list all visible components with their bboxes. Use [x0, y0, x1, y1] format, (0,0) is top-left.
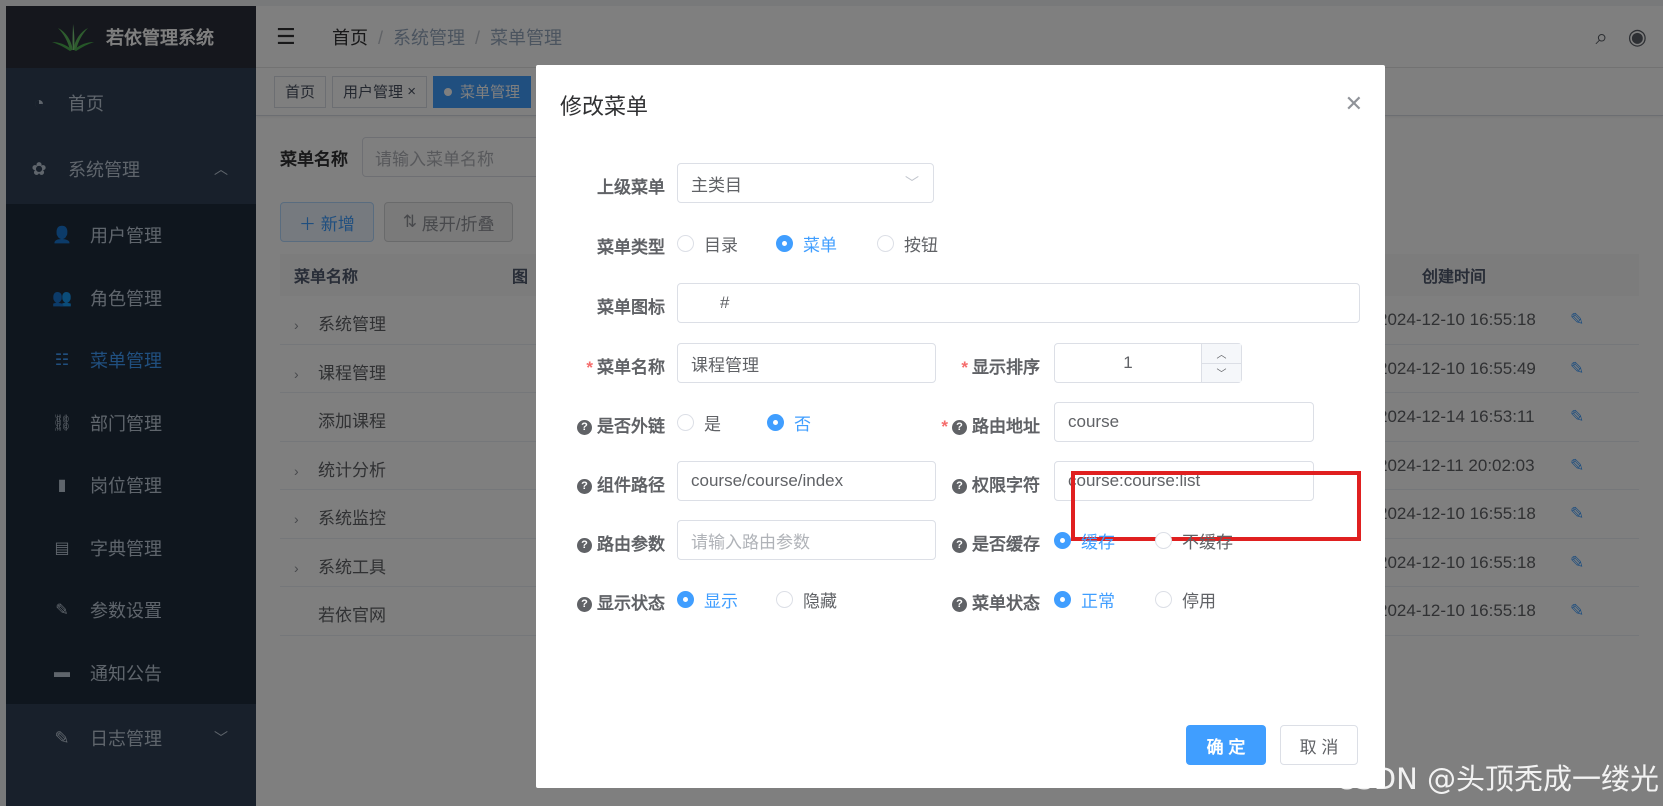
menu-icon-input[interactable]: #: [677, 283, 1360, 323]
close-icon[interactable]: ✕: [1345, 91, 1363, 117]
permission-label: ? 权限字符: [952, 471, 1040, 496]
route-path-value: course: [1068, 412, 1120, 431]
visible-radio-group: 显示 隐藏: [677, 579, 875, 619]
is-external-radio-group: 是 否: [677, 402, 849, 442]
menu-icon-label: 菜单图标: [597, 298, 665, 317]
increase-icon[interactable]: ︿: [1202, 344, 1241, 364]
radio-button[interactable]: 按钮: [877, 231, 938, 256]
menu-name-value: 课程管理: [691, 355, 759, 375]
is-cache-label: ? 是否缓存: [952, 530, 1040, 555]
decrease-icon[interactable]: ﹀: [1202, 364, 1241, 383]
parent-menu-value: 主类目: [691, 175, 742, 195]
route-path-input[interactable]: course: [1054, 402, 1314, 442]
question-icon: ?: [952, 597, 967, 612]
route-query-label: ? 路由参数: [577, 530, 665, 555]
radio-cache[interactable]: 缓存: [1054, 528, 1115, 553]
route-query-placeholder: 请输入路由参数: [691, 532, 810, 552]
menu-status-radio-group: 正常 停用: [1054, 579, 1254, 619]
radio-no-cache[interactable]: 不缓存: [1155, 528, 1233, 553]
display-order-value: 1: [1123, 353, 1133, 372]
component-path-value: course/course/index: [691, 471, 844, 490]
radio-disabled[interactable]: 停用: [1155, 587, 1216, 612]
question-icon: ?: [577, 479, 592, 494]
question-icon: ?: [577, 597, 592, 612]
radio-directory[interactable]: 目录: [677, 231, 738, 256]
menu-status-label: ? 菜单状态: [952, 589, 1040, 614]
chevron-down-icon: ﹀: [905, 175, 919, 191]
watermark-text: CSDN @头顶秃成一缕光: [1335, 762, 1659, 796]
route-path-label: *? 路由地址: [941, 417, 1040, 436]
display-order-label: * 显示排序: [961, 358, 1040, 377]
question-icon: ?: [577, 538, 592, 553]
is-external-label: ? 是否外链: [577, 412, 665, 437]
radio-external-no[interactable]: 否: [767, 410, 811, 435]
radio-hide[interactable]: 隐藏: [776, 587, 837, 612]
is-cache-radio-group: 缓存 不缓存: [1054, 520, 1271, 560]
question-icon: ?: [952, 479, 967, 494]
visible-label: ? 显示状态: [577, 589, 665, 614]
menu-type-radio-group: 目录 菜单 按钮: [677, 223, 976, 263]
menu-name-input[interactable]: 课程管理: [677, 343, 936, 383]
parent-menu-label: 上级菜单: [597, 178, 665, 197]
question-icon: ?: [952, 538, 967, 553]
parent-menu-select[interactable]: 主类目 ﹀: [677, 163, 934, 203]
route-query-input[interactable]: 请输入路由参数: [677, 520, 936, 560]
component-path-input[interactable]: course/course/index: [677, 461, 936, 501]
menu-icon-value: #: [720, 293, 730, 312]
confirm-button[interactable]: 确 定: [1186, 725, 1266, 765]
menu-type-label: 菜单类型: [597, 238, 665, 257]
display-order-stepper[interactable]: 1 ︿ ﹀: [1054, 343, 1242, 383]
radio-external-yes[interactable]: 是: [677, 410, 721, 435]
menu-name-label: * 菜单名称: [586, 358, 665, 377]
radio-show[interactable]: 显示: [677, 587, 738, 612]
radio-normal[interactable]: 正常: [1054, 587, 1115, 612]
question-icon: ?: [952, 420, 967, 435]
component-path-label: ? 组件路径: [577, 471, 665, 496]
edit-menu-dialog: 修改菜单 ✕ 上级菜单 主类目 ﹀ 菜单类型 目录 菜单 按钮 菜单图标 # *…: [536, 65, 1385, 788]
dialog-title: 修改菜单: [560, 94, 649, 119]
radio-menu[interactable]: 菜单: [776, 231, 837, 256]
question-icon: ?: [577, 420, 592, 435]
